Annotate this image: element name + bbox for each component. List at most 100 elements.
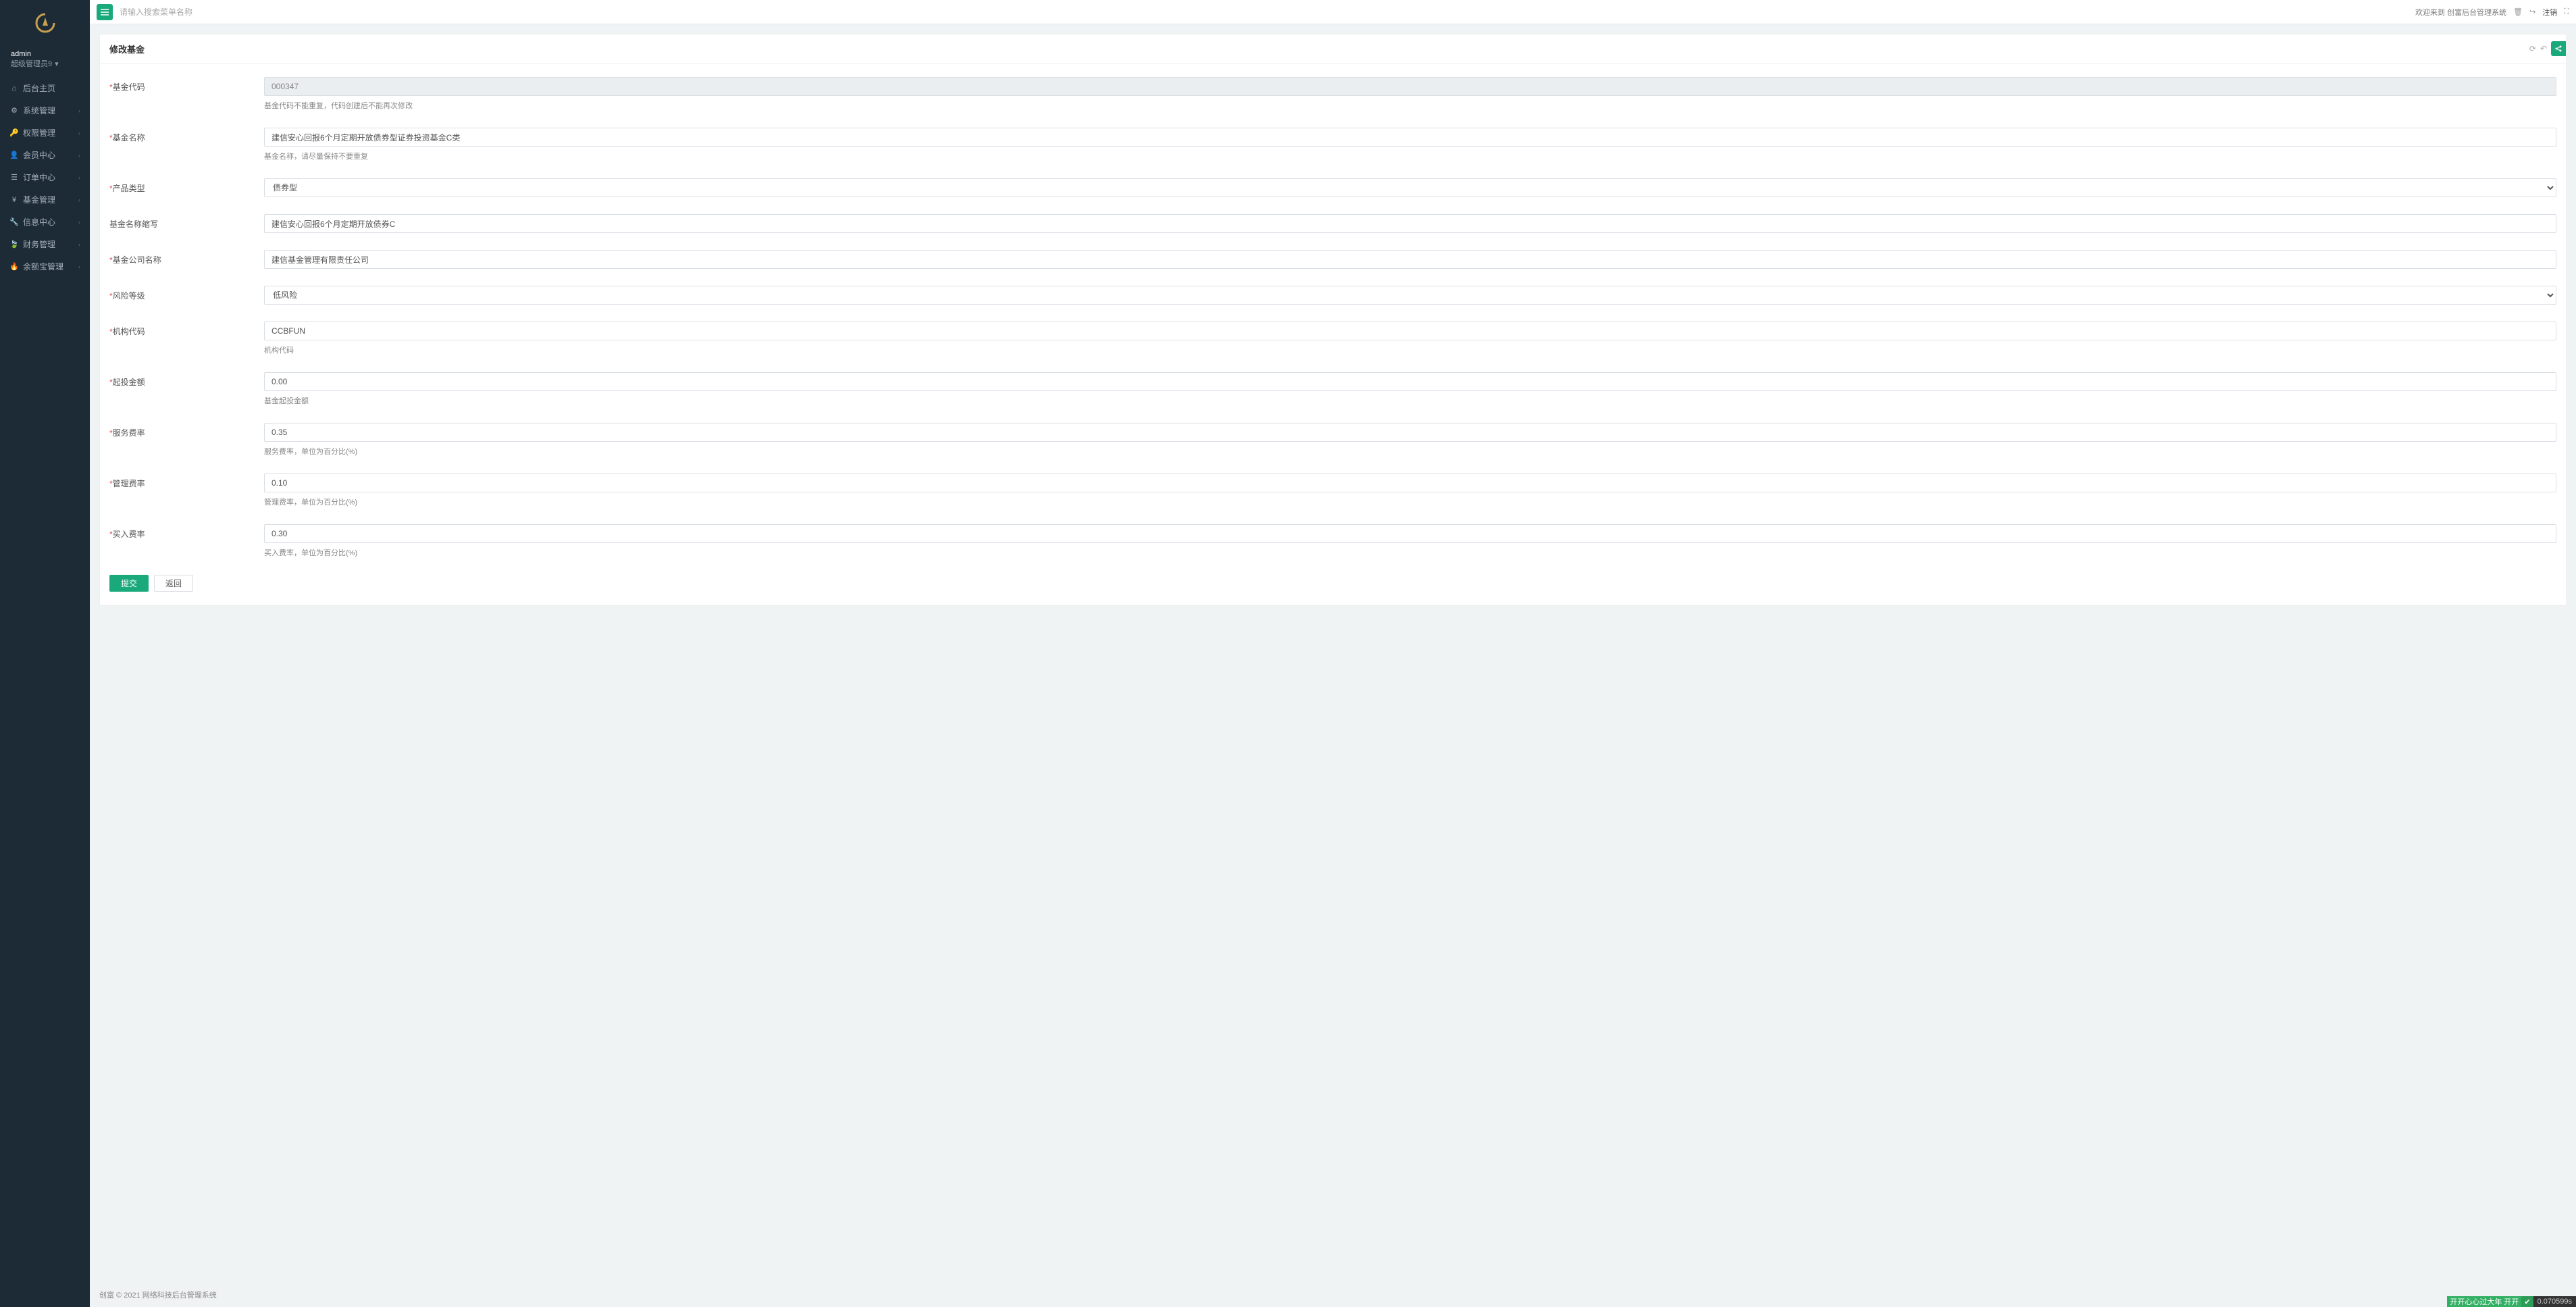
help-buy-fee: 买入费率，单位为百分比(%)	[264, 547, 2556, 558]
topbar: 欢迎来到 创富后台管理系统 🗑 ↪ 注销 ⛶	[90, 0, 2576, 24]
search-input[interactable]	[120, 7, 255, 17]
home-icon: ⌂	[9, 84, 19, 93]
toggle-sidebar-button[interactable]	[97, 4, 113, 20]
select-risk[interactable]: 低风险	[264, 286, 2556, 305]
label-short-name: 基金名称缩写	[109, 214, 264, 233]
topbar-right: 欢迎来到 创富后台管理系统 🗑 ↪ 注销 ⛶	[2415, 7, 2569, 18]
row-start-amount: *起投金额 基金起投金额	[109, 372, 2556, 406]
share-icon	[2554, 45, 2562, 53]
back-arrow-icon[interactable]: ↶	[2540, 44, 2547, 53]
user-info: admin 超级管理员9 ▾	[0, 46, 90, 77]
nav-system[interactable]: ⚙系统管理‹	[0, 99, 90, 122]
label-product-type: *产品类型	[109, 178, 264, 197]
form: *基金代码 基金代码不能重复，代码创建后不能再次修改 *基金名称 基金名称，请尽…	[100, 63, 2566, 605]
label-buy-fee: *买入费率	[109, 524, 264, 558]
nav-order[interactable]: ☰订单中心‹	[0, 166, 90, 188]
nav-member[interactable]: 👤会员中心‹	[0, 144, 90, 166]
fire-icon: 🔥	[9, 262, 19, 271]
row-fund-code: *基金代码 基金代码不能重复，代码创建后不能再次修改	[109, 77, 2556, 111]
logo-area	[0, 0, 90, 46]
input-manage-fee[interactable]	[264, 473, 2556, 492]
caret-down-icon: ▾	[55, 59, 59, 68]
label-fund-name: *基金名称	[109, 128, 264, 161]
select-product-type[interactable]: 债券型	[264, 178, 2556, 197]
logout-link[interactable]: 注销	[2542, 7, 2557, 18]
panel-title: 修改基金	[109, 43, 145, 55]
user-role[interactable]: 超级管理员9 ▾	[11, 58, 79, 69]
back-button[interactable]: 返回	[154, 575, 193, 592]
row-org-code: *机构代码 机构代码	[109, 322, 2556, 355]
panel-header: 修改基金 ⟳ ↶	[100, 34, 2566, 63]
label-manage-fee: *管理费率	[109, 473, 264, 507]
label-service-fee: *服务费率	[109, 423, 264, 457]
ticker-time: 0.070599s	[2533, 1296, 2576, 1307]
welcome-text: 欢迎来到 创富后台管理系统	[2415, 7, 2506, 18]
sidebar: admin 超级管理员9 ▾ ⌂后台主页 ⚙系统管理‹ 🔑权限管理‹ 👤会员中心…	[0, 0, 90, 1307]
username: admin	[11, 50, 79, 58]
panel: 修改基金 ⟳ ↶ *基金代码 基金代码不能重复，代码创建后	[99, 34, 2567, 606]
trash-icon[interactable]: 🗑	[2513, 7, 2523, 16]
bottom-ticker: 开开心心过大年 开开 ✔ 0.070599s	[2447, 1296, 2576, 1307]
menu-icon	[101, 9, 109, 16]
input-company[interactable]	[264, 250, 2556, 269]
user-icon: 👤	[9, 151, 19, 159]
help-manage-fee: 管理费率，单位为百分比(%)	[264, 496, 2556, 507]
help-service-fee: 服务费率，单位为百分比(%)	[264, 446, 2556, 457]
row-service-fee: *服务费率 服务费率，单位为百分比(%)	[109, 423, 2556, 457]
nav-permission[interactable]: 🔑权限管理‹	[0, 122, 90, 144]
ticker-check-icon: ✔	[2521, 1296, 2533, 1307]
help-start-amount: 基金起投金额	[264, 395, 2556, 406]
chevron-left-icon: ‹	[78, 219, 80, 226]
input-fund-code	[264, 77, 2556, 96]
label-start-amount: *起投金额	[109, 372, 264, 406]
submit-button[interactable]: 提交	[109, 575, 149, 592]
chevron-left-icon: ‹	[78, 107, 80, 114]
ticker-text: 开开心心过大年 开开	[2447, 1296, 2521, 1307]
refresh-icon[interactable]: ⟳	[2529, 44, 2536, 53]
input-start-amount[interactable]	[264, 372, 2556, 391]
input-short-name[interactable]	[264, 214, 2556, 233]
row-product-type: *产品类型 债券型	[109, 178, 2556, 197]
label-fund-code: *基金代码	[109, 77, 264, 111]
nav-finance[interactable]: 🍃财务管理‹	[0, 233, 90, 255]
logout-icon[interactable]: ↪	[2529, 7, 2535, 16]
content: 修改基金 ⟳ ↶ *基金代码 基金代码不能重复，代码创建后	[90, 24, 2576, 1283]
chevron-left-icon: ‹	[78, 174, 80, 181]
nav-fund[interactable]: ¥基金管理‹	[0, 188, 90, 211]
yen-icon: ¥	[9, 196, 19, 204]
share-button[interactable]	[2551, 41, 2566, 56]
input-buy-fee[interactable]	[264, 524, 2556, 543]
row-company: *基金公司名称	[109, 250, 2556, 269]
help-fund-code: 基金代码不能重复，代码创建后不能再次修改	[264, 100, 2556, 111]
input-fund-name[interactable]	[264, 128, 2556, 147]
row-manage-fee: *管理费率 管理费率，单位为百分比(%)	[109, 473, 2556, 507]
list-icon: ☰	[9, 173, 19, 182]
row-fund-name: *基金名称 基金名称，请尽量保持不要重复	[109, 128, 2556, 161]
key-icon: 🔑	[9, 128, 19, 137]
nav-menu: ⌂后台主页 ⚙系统管理‹ 🔑权限管理‹ 👤会员中心‹ ☰订单中心‹ ¥基金管理‹…	[0, 77, 90, 278]
wrench-icon: 🔧	[9, 217, 19, 226]
input-org-code[interactable]	[264, 322, 2556, 340]
nav-info[interactable]: 🔧信息中心‹	[0, 211, 90, 233]
label-risk: *风险等级	[109, 286, 264, 305]
leaf-icon: 🍃	[9, 240, 19, 249]
chevron-left-icon: ‹	[78, 197, 80, 203]
label-org-code: *机构代码	[109, 322, 264, 355]
footer: 创富 © 2021 网络科技后台管理系统	[90, 1283, 2576, 1307]
input-service-fee[interactable]	[264, 423, 2556, 442]
row-risk: *风险等级 低风险	[109, 286, 2556, 305]
expand-icon[interactable]: ⛶	[2564, 7, 2569, 16]
form-actions: 提交 返回	[109, 575, 2556, 592]
label-company: *基金公司名称	[109, 250, 264, 269]
chevron-left-icon: ‹	[78, 130, 80, 136]
row-short-name: 基金名称缩写	[109, 214, 2556, 233]
chevron-left-icon: ‹	[78, 263, 80, 270]
main: 欢迎来到 创富后台管理系统 🗑 ↪ 注销 ⛶ 修改基金 ⟳ ↶	[90, 0, 2576, 1307]
cogs-icon: ⚙	[9, 106, 19, 115]
nav-home[interactable]: ⌂后台主页	[0, 77, 90, 99]
nav-balance[interactable]: 🔥余额宝管理‹	[0, 255, 90, 278]
chevron-left-icon: ‹	[78, 241, 80, 248]
logo-icon	[34, 12, 56, 34]
panel-tools: ⟳ ↶	[2529, 41, 2556, 56]
help-org-code: 机构代码	[264, 344, 2556, 355]
